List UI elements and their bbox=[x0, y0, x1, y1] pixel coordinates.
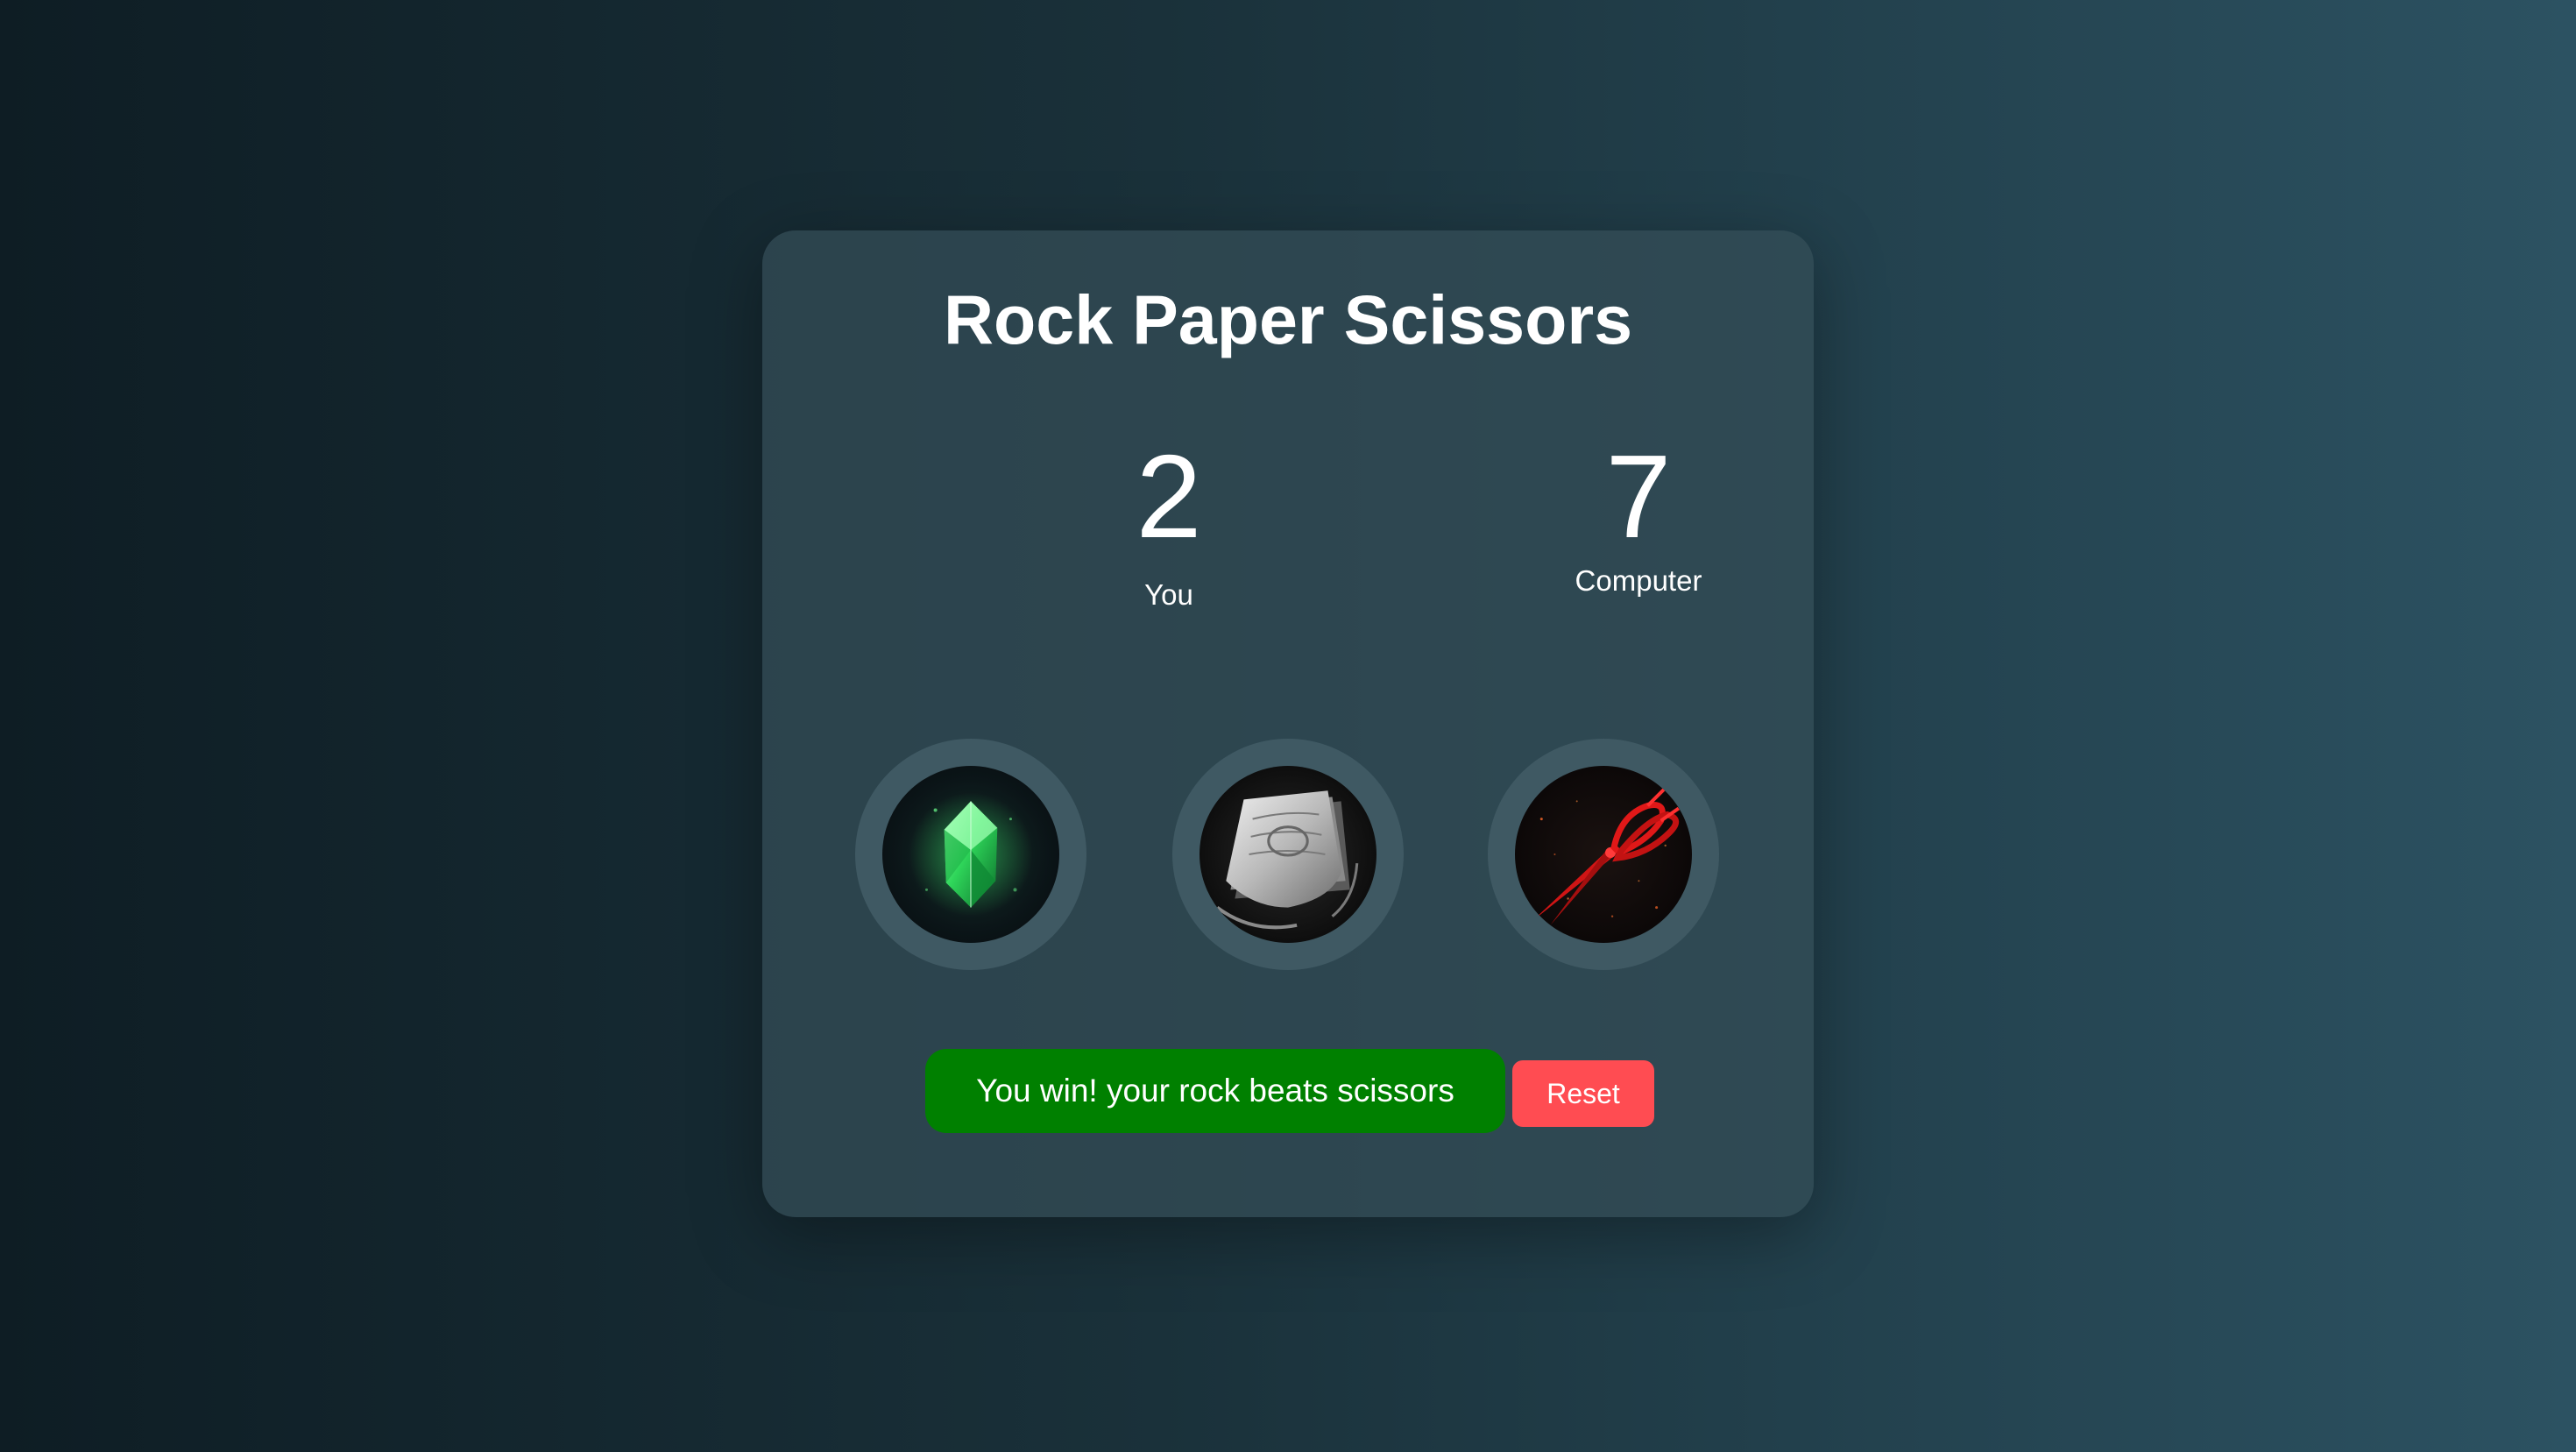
player-score-label: You bbox=[1144, 577, 1193, 611]
paper-stack-icon bbox=[1200, 766, 1376, 943]
paper-choice-button[interactable] bbox=[1172, 739, 1404, 970]
rock-choice-button[interactable] bbox=[855, 739, 1086, 970]
green-crystal-rock-icon bbox=[882, 766, 1059, 943]
computer-score: 7 Computer bbox=[1507, 430, 1770, 598]
scissors-choice-button[interactable] bbox=[1488, 739, 1719, 970]
red-scissors-icon bbox=[1515, 766, 1692, 943]
player-score-value: 2 bbox=[1136, 430, 1202, 563]
computer-score-value: 7 bbox=[1605, 430, 1672, 563]
game-title: Rock Paper Scissors bbox=[943, 280, 1633, 358]
player-score: 2 You bbox=[1037, 430, 1300, 612]
computer-score-label: Computer bbox=[1575, 563, 1702, 597]
game-card: Rock Paper Scissors 2 You 7 Computer You… bbox=[762, 230, 1814, 1217]
result-message: You win! your rock beats scissors bbox=[925, 1049, 1505, 1133]
reset-button[interactable]: Reset bbox=[1512, 1060, 1654, 1127]
